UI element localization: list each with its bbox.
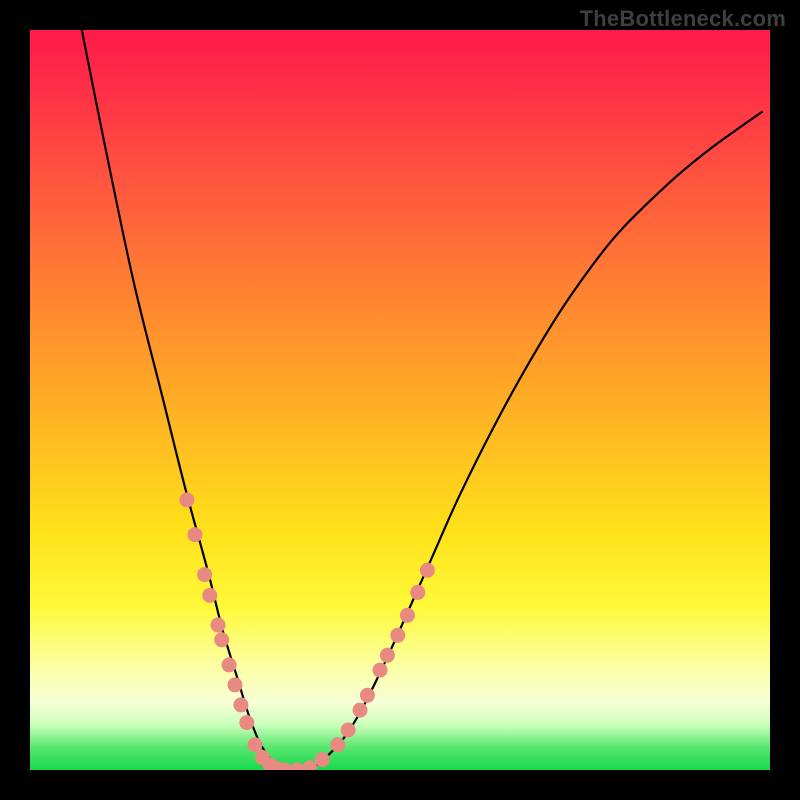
data-dot — [380, 648, 395, 663]
data-dot — [360, 688, 375, 703]
data-dot — [214, 632, 229, 647]
bottleneck-curve — [82, 30, 763, 770]
data-dot — [341, 723, 356, 738]
chart-svg — [30, 30, 770, 770]
data-dots — [179, 492, 435, 770]
plot-area — [30, 30, 770, 770]
data-dot — [202, 588, 217, 603]
data-dot — [222, 657, 237, 672]
watermark-text: TheBottleneck.com — [580, 6, 786, 32]
data-dot — [390, 628, 405, 643]
data-dot — [239, 715, 254, 730]
data-dot — [228, 677, 243, 692]
data-dot — [211, 618, 226, 633]
data-dot — [302, 760, 317, 770]
data-dot — [315, 752, 330, 767]
data-dot — [400, 608, 415, 623]
data-dot — [353, 703, 368, 718]
data-dot — [179, 492, 194, 507]
data-dot — [330, 737, 345, 752]
data-dot — [197, 567, 212, 582]
data-dot — [410, 585, 425, 600]
data-dot — [233, 697, 248, 712]
data-dot — [373, 663, 388, 678]
data-dot — [248, 737, 263, 752]
data-dot — [420, 563, 435, 578]
stage: TheBottleneck.com — [0, 0, 800, 800]
data-dot — [188, 527, 203, 542]
